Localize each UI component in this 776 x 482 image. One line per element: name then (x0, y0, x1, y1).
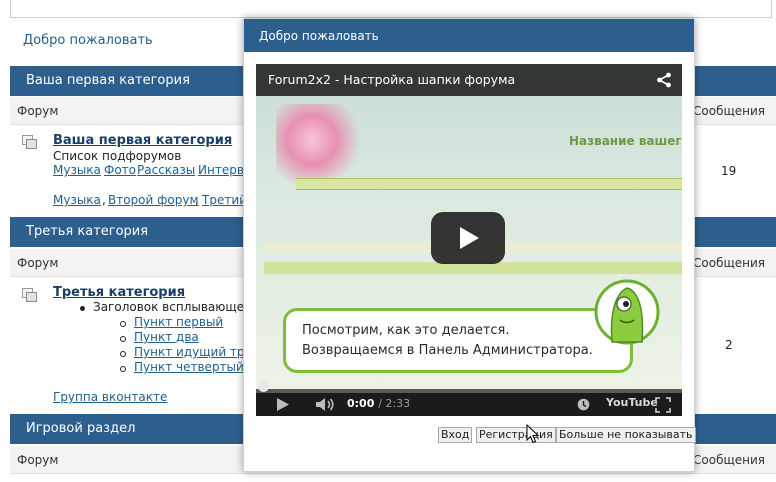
group-vk-link[interactable]: Группа вконтакте (53, 390, 167, 404)
caption-bubble: Посмотрим, как это делается. Возвращаемс… (283, 308, 633, 373)
list-bullet (120, 321, 126, 327)
subforum-link-music[interactable]: Музыка (53, 163, 101, 177)
video-menu-strip (296, 178, 682, 190)
play-icon (460, 227, 479, 249)
list-bullet (120, 336, 126, 342)
fullscreen-icon[interactable] (655, 397, 671, 413)
caption-line-2: Возвращаемся в Панель Администратора. (302, 343, 593, 358)
column-forum: Форум (17, 256, 59, 270)
forum-title-third[interactable]: Третья категория (53, 285, 185, 300)
popup-item-second[interactable]: Пункт два (134, 330, 199, 344)
welcome-link[interactable]: Добро пожаловать (23, 33, 153, 48)
row-link-second-forum[interactable]: Второй форум (108, 193, 199, 207)
register-button[interactable]: Регистрация (476, 427, 556, 443)
column-forum: Форум (17, 453, 59, 467)
row-link-music[interactable]: Музыка (53, 193, 101, 207)
video-title-bar[interactable]: Forum2x2 - Настройка шапки форума (256, 64, 682, 96)
forum-icon (22, 288, 38, 302)
column-forum: Форум (17, 104, 59, 118)
welcome-modal: Добро пожаловать Название вашего Forum2x… (243, 18, 695, 472)
dont-show-button[interactable]: Больше не показывать (556, 427, 696, 443)
video-frame[interactable]: Название вашего Forum2x2 - Настройка шап… (256, 64, 682, 389)
time-current: 0:00 (347, 397, 375, 410)
forum-page: Добро пожаловать Ваша первая категория Ф… (0, 0, 776, 482)
forum-icon (22, 135, 38, 149)
login-button[interactable]: Вход (438, 427, 473, 443)
subforum-link-photo[interactable]: Фото (104, 163, 136, 177)
column-messages: Сообщения (693, 453, 766, 467)
link-separator: , (102, 193, 106, 207)
subforums-label: Список подфорумов (53, 149, 182, 163)
top-frame (10, 0, 772, 18)
mascot-icon (594, 279, 660, 345)
flower-decoration (276, 104, 366, 184)
share-icon[interactable] (656, 72, 672, 88)
column-messages: Сообщения (693, 256, 766, 270)
volume-icon[interactable] (315, 397, 335, 412)
popup-heading: Заголовок всплывающег (93, 300, 251, 314)
forum-title-first[interactable]: Ваша первая категория (53, 133, 232, 148)
video-controls: 0:00 / 2:33 YouTube (256, 393, 682, 416)
messages-count-third: 2 (725, 338, 733, 352)
mouse-cursor-icon (526, 424, 540, 444)
subforum-link-interviews[interactable]: Интерв (198, 163, 244, 177)
youtube-logo[interactable]: YouTube (606, 396, 658, 409)
caption-line-1: Посмотрим, как это делается. (302, 323, 510, 338)
modal-title: Добро пожаловать (244, 19, 694, 52)
play-control-icon[interactable] (276, 397, 290, 412)
row-link-third[interactable]: Третий (202, 193, 247, 207)
video-site-title: Название вашего (569, 134, 682, 148)
play-button[interactable] (431, 212, 505, 264)
time-duration: / 2:33 (378, 397, 411, 410)
subforum-link-stories[interactable]: Рассказы (137, 163, 195, 177)
video-time: 0:00 / 2:33 (347, 397, 410, 410)
list-bullet (120, 351, 126, 357)
progress-scrubber[interactable] (258, 381, 269, 392)
popup-item-first[interactable]: Пункт первый (134, 315, 223, 329)
link-separator: , (195, 193, 199, 207)
watch-later-icon[interactable] (577, 398, 590, 411)
video-title[interactable]: Forum2x2 - Настройка шапки форума (268, 72, 515, 87)
popup-item-fourth[interactable]: Пункт четвертый (134, 360, 244, 374)
video-player[interactable]: Название вашего Forum2x2 - Настройка шап… (256, 64, 682, 416)
popup-item-third[interactable]: Пункт идущий тре (134, 345, 252, 359)
list-bullet (120, 366, 126, 372)
list-bullet (80, 306, 85, 311)
column-messages: Сообщения (693, 104, 766, 118)
messages-count-first: 19 (721, 164, 737, 178)
